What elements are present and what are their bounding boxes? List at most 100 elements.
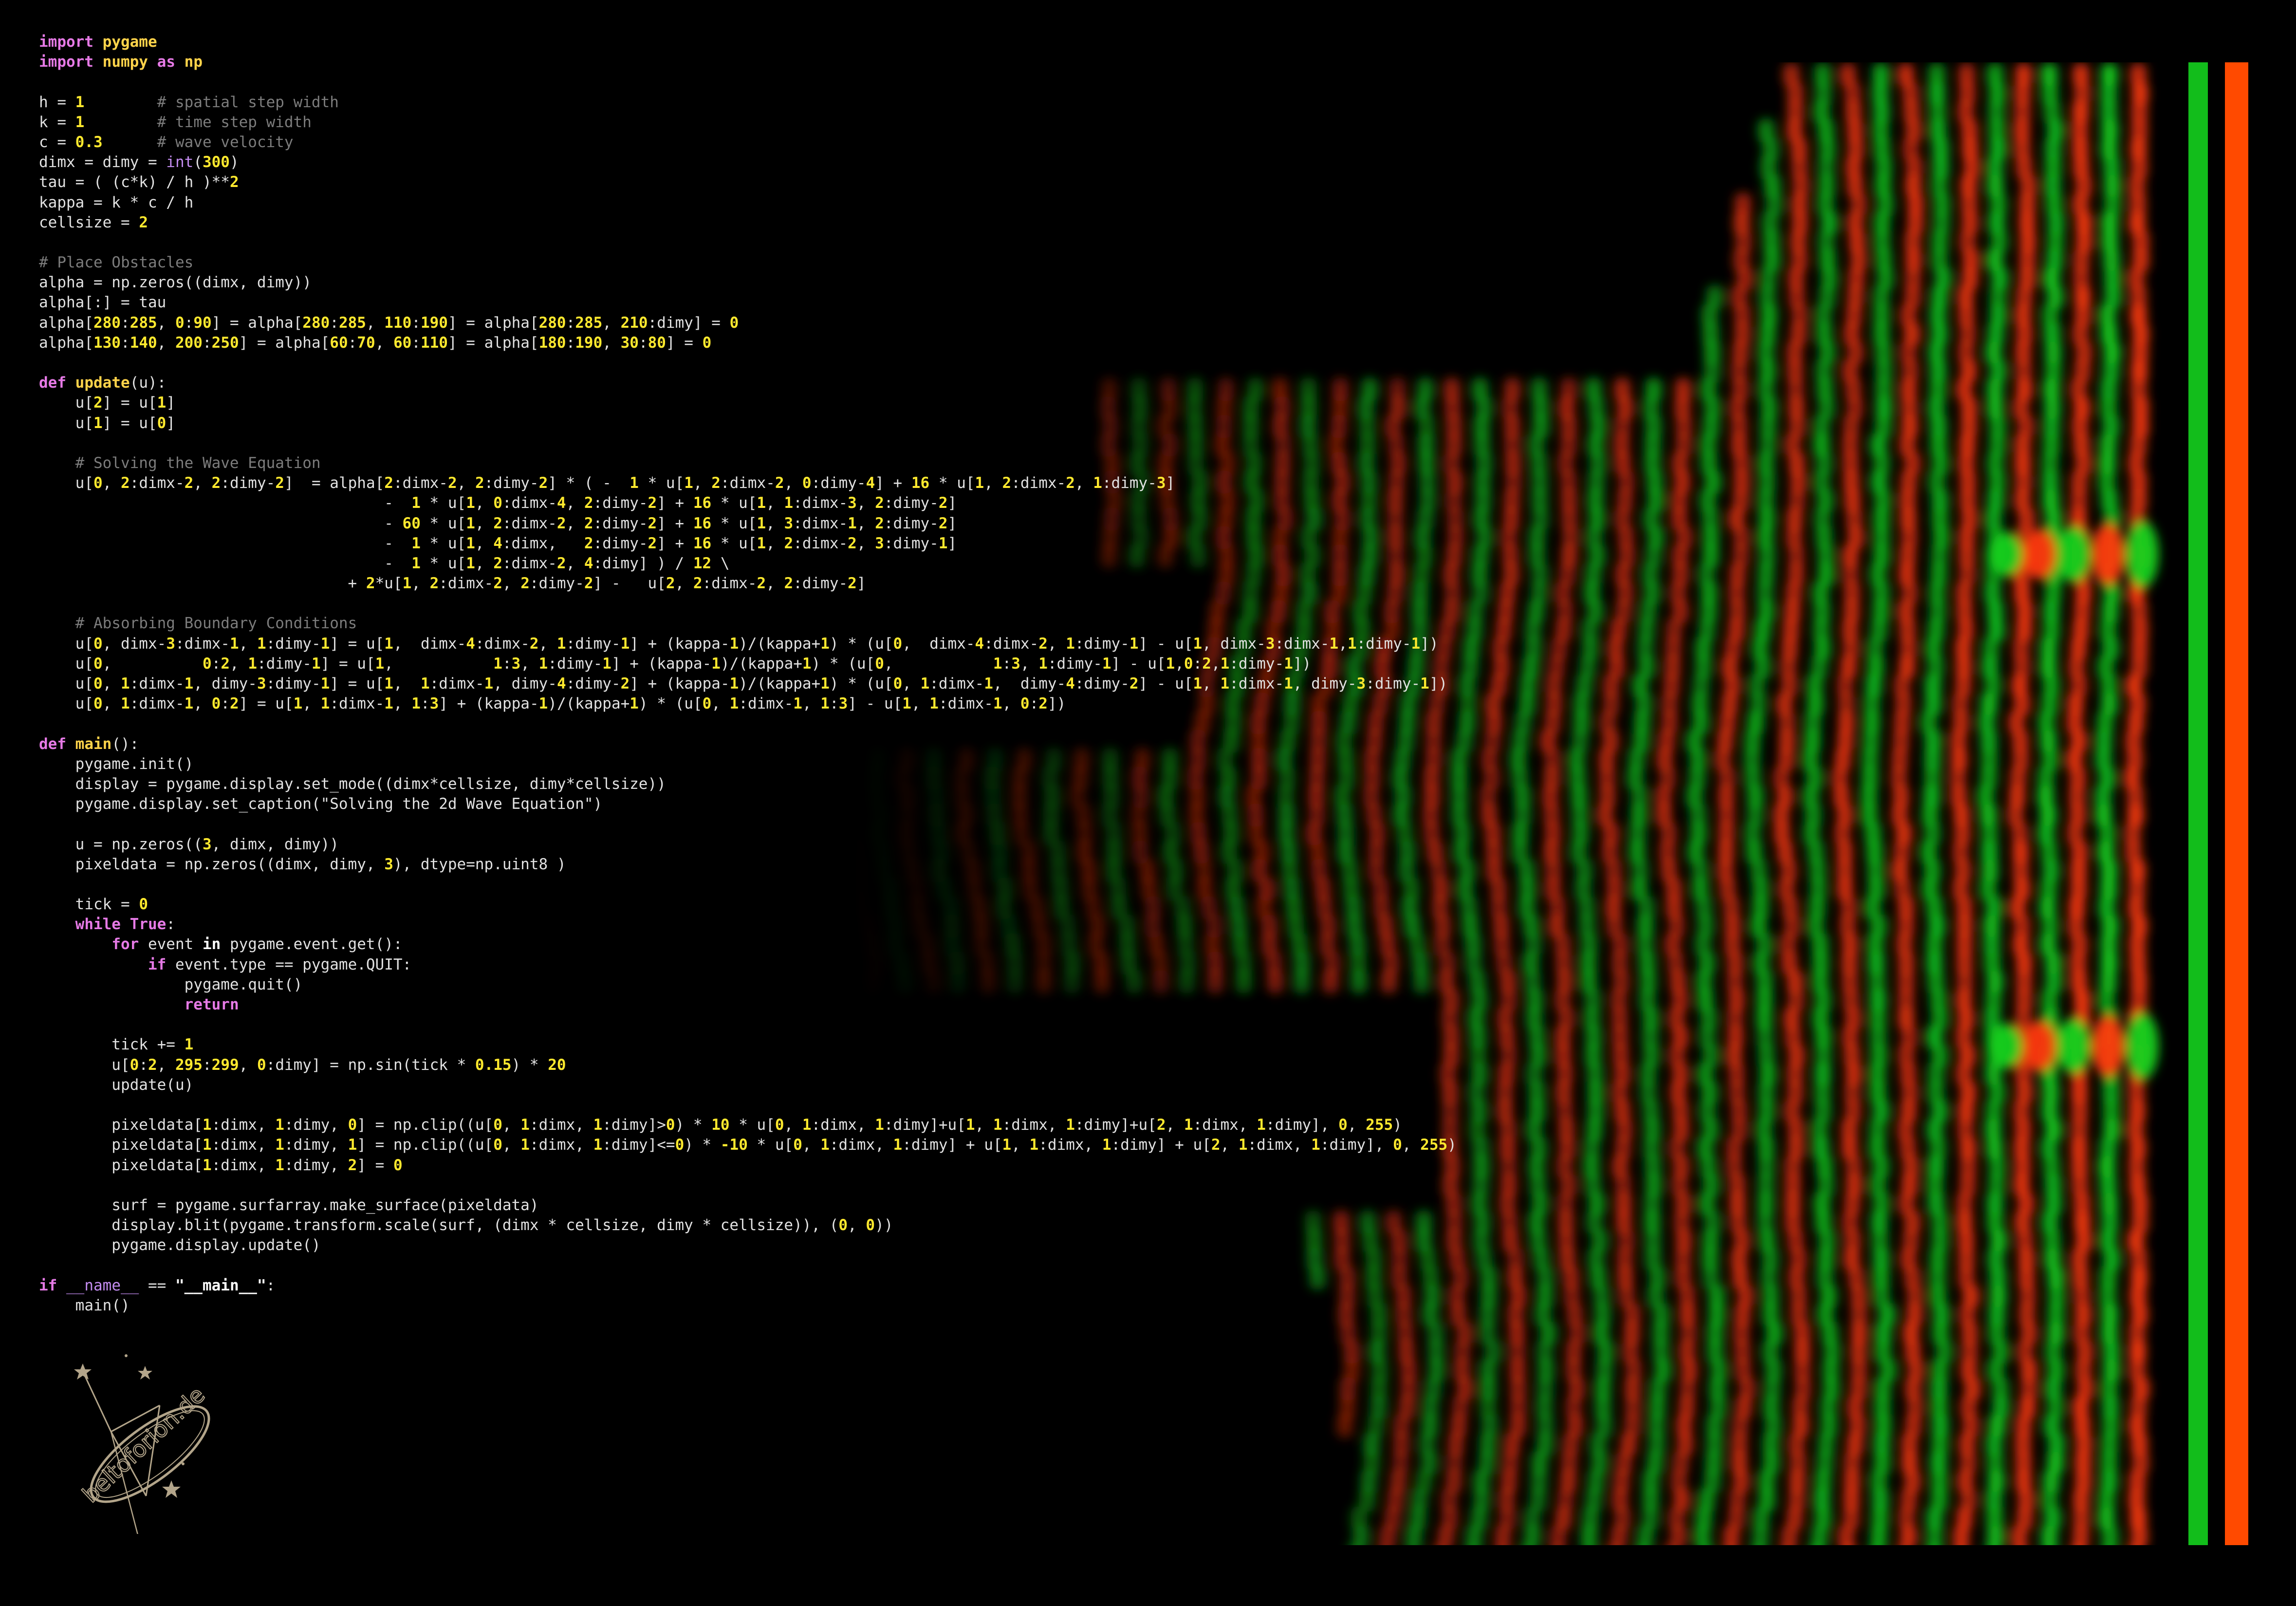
code-token: :dimy- (529, 575, 584, 593)
code-token: 0 (893, 635, 903, 653)
code-token: 2 (648, 494, 657, 512)
code-token: :dimy]+u[ (884, 1116, 966, 1134)
code-token: 60 (393, 334, 412, 352)
code-token: \ (711, 554, 730, 572)
code-token: :dimx- (1229, 675, 1284, 692)
code-token: 1 (375, 654, 385, 672)
code-token: 2 (848, 534, 857, 552)
code-token: ( (193, 153, 203, 171)
code-token: 16 (693, 534, 712, 552)
code-token: alpha[ (39, 314, 93, 332)
code-token: 0 (893, 675, 903, 692)
code-token: , (602, 314, 621, 332)
code-token: ) * (675, 1116, 712, 1134)
code-token: 2 (493, 514, 502, 532)
code-token: 2 (556, 514, 566, 532)
code-token: 1 (411, 534, 421, 552)
code-token: , (102, 675, 121, 692)
code-line: tau = ( (c*k) / h )**2 (39, 172, 1646, 192)
code-token: 1 (802, 1116, 812, 1134)
code-token: 2 (1129, 675, 1139, 692)
code-token: 0 (130, 1056, 139, 1074)
code-token: if (148, 955, 167, 973)
code-token: 1 (593, 1136, 603, 1154)
code-token: def (39, 735, 66, 753)
code-token: 16 (693, 494, 712, 512)
code-token: :dimy- (548, 654, 603, 672)
code-token: 0 (1020, 695, 1030, 713)
code-token: ] + (kappa- (439, 695, 539, 713)
code-line: pixeldata[1:dimx, 1:dimy, 1] = np.clip((… (39, 1135, 1646, 1155)
code-token: 1 (1129, 635, 1139, 653)
code-token: 3 (257, 675, 266, 692)
code-token: :dimy- (1229, 654, 1284, 672)
code-token: main() (39, 1296, 130, 1314)
code-line: - 1 * u[1, 2:dimx-2, 4:dimy] ) / 12 \ (39, 554, 1646, 574)
code-token: 1 (729, 635, 739, 653)
code-line: pygame.init() (39, 754, 1646, 774)
code-token: 3 (875, 534, 884, 552)
code-token: -10 (720, 1136, 748, 1154)
code-token: cellsize = (39, 213, 139, 231)
code-token: while (75, 915, 121, 934)
code-token: 1 (202, 1136, 212, 1154)
code-token: , dimy- (1293, 675, 1357, 692)
code-line: u[1] = u[0] (39, 413, 1646, 433)
code-token: 2 (693, 575, 703, 593)
code-token: 4 (584, 554, 593, 572)
code-token: ]) (1429, 675, 1448, 692)
code-token: 1 (75, 93, 85, 111)
code-token: :dimy- (1356, 635, 1411, 653)
code-token: :dimx, (1002, 1116, 1066, 1134)
code-token: 0 (211, 695, 221, 713)
code-token: ] + (657, 534, 693, 552)
code-token: 3 (384, 855, 393, 873)
code-token: ] = u[ (102, 394, 157, 412)
code-line: - 1 * u[1, 4:dimx, 2:dimy-2] + 16 * u[1,… (39, 534, 1646, 554)
code-token: 2 (139, 213, 148, 231)
code-token: 16 (693, 514, 712, 532)
code-token: u[ (39, 654, 93, 672)
code-token: 0 (1338, 1116, 1348, 1134)
code-token: 0 (93, 695, 103, 713)
code-token: 12 (693, 554, 712, 572)
code-token: 4 (556, 494, 566, 512)
code-line: alpha[280:285, 0:90] = alpha[280:285, 11… (39, 313, 1646, 333)
code-token: :dimy], (1265, 1116, 1339, 1134)
code-token: 1 (184, 695, 194, 713)
code-token: 60 (402, 514, 421, 532)
code-token: : (348, 334, 357, 352)
code-token: - (39, 554, 412, 572)
code-token: , (1166, 1116, 1184, 1134)
code-token: , (911, 695, 930, 713)
code-line: alpha[130:140, 200:250] = alpha[60:70, 6… (39, 333, 1646, 353)
code-token: 255 (1366, 1116, 1393, 1134)
code-token: 1 (757, 494, 766, 512)
code-token: , (766, 494, 784, 512)
code-token: 1 (729, 675, 739, 692)
code-token: 2 (1002, 474, 1012, 492)
code-line: u[0, 2:dimx-2, 2:dimy-2] = alpha[2:dimx-… (39, 473, 1646, 493)
code-token: :dimy]+u[ (1074, 1116, 1157, 1134)
code-token: if (39, 1276, 57, 1294)
code-token: 1 (320, 675, 330, 692)
code-token: ] = (357, 1156, 393, 1174)
code-line: - 60 * u[1, 2:dimx-2, 2:dimy-2] + 16 * u… (39, 514, 1646, 534)
code-token: 0 (93, 635, 103, 653)
code-token: ] (166, 394, 175, 412)
code-token: : (221, 695, 230, 713)
code-token: 0 (875, 654, 884, 672)
code-token: * u[ (711, 494, 757, 512)
code-token: 0 (493, 1116, 502, 1134)
code-token: 2 (1156, 1116, 1166, 1134)
code-token: u[ (39, 414, 93, 432)
code-line: + 2*u[1, 2:dimx-2, 2:dimy-2] - u[2, 2:di… (39, 574, 1646, 594)
code-token: 1 (993, 654, 1002, 672)
code-line: # Place Obstacles (39, 253, 1646, 273)
code-token: ] = u[ (330, 675, 385, 692)
code-token: 2 (938, 514, 948, 532)
code-token: :dimy- (266, 675, 321, 692)
